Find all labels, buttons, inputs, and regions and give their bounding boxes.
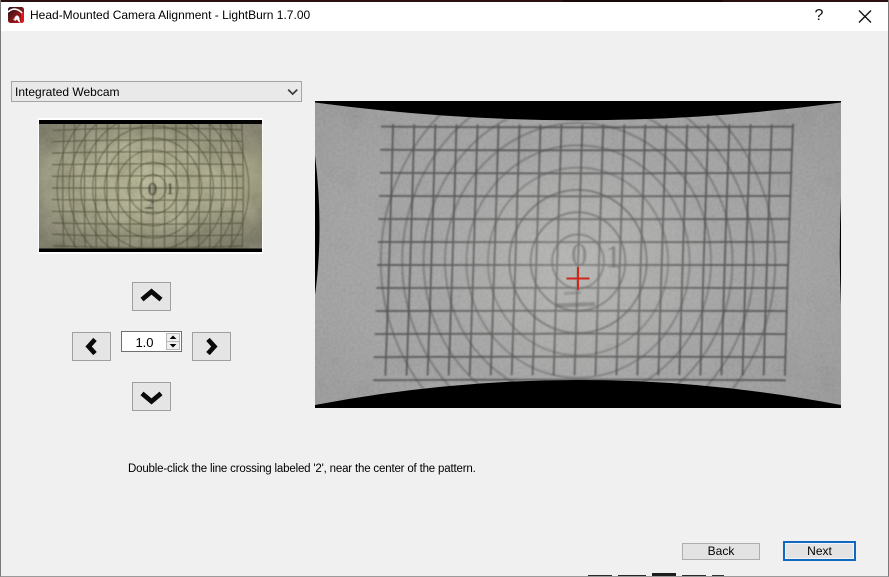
svg-text:1: 1 [166,181,174,198]
svg-text:2: 2 [147,197,155,213]
